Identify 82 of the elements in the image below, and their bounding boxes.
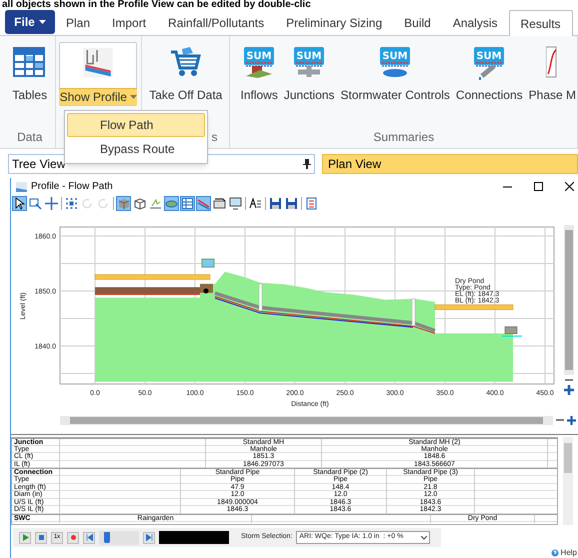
cube-icon: [117, 196, 130, 210]
play-icon: [22, 534, 28, 541]
record-icon: [70, 534, 76, 541]
skip-forward-icon: [146, 534, 152, 541]
caret-icon: [130, 95, 137, 100]
ribbon-button[interactable]: SUM Stormwater Controls: [340, 42, 451, 106]
vertical-scrollbar[interactable]: [564, 225, 574, 375]
zoom-icon: [29, 196, 42, 210]
rewind-button[interactable]: [83, 532, 95, 544]
help-icon: [550, 549, 559, 557]
chart-icon: [546, 46, 558, 80]
ribbon-button[interactable]: SUM Junctions: [282, 42, 336, 106]
ribbon-button[interactable]: Take Off Data: [148, 42, 224, 106]
monitor-icon: [229, 196, 242, 210]
ribbon-tab[interactable]: Results: [508, 10, 573, 36]
play-button[interactable]: [19, 532, 31, 544]
window-title: Profile - Flow Path: [31, 180, 113, 194]
menu-item[interactable]: Flow Path: [67, 113, 205, 137]
stop-button[interactable]: [35, 532, 47, 544]
scrollbar-thumb[interactable]: [70, 416, 543, 424]
vertical-scrollbar[interactable]: [563, 437, 573, 525]
slider-thumb[interactable]: [104, 532, 110, 543]
dots-icon: [65, 196, 78, 210]
maximize-icon: [534, 182, 543, 191]
zoom-out-icon: [564, 378, 574, 382]
caption-text: all objects shown in the Profile View can be edited by double-clic: [1, 0, 312, 10]
phase-button[interactable]: Phase M: [528, 42, 577, 106]
rotate-icon: [97, 196, 110, 210]
ribbon-tab[interactable]: Rainfall/Pollutants: [157, 11, 276, 35]
export-icon: [213, 196, 226, 210]
stop-icon: [38, 534, 44, 541]
table-icon: [12, 46, 47, 80]
scrollbar-thumb[interactable]: [565, 230, 573, 370]
layout-icon: [305, 196, 318, 210]
zoom-in-icon: [567, 416, 576, 424]
group-label: Data: [17, 129, 42, 146]
playback-slider[interactable]: [99, 530, 139, 544]
toolbar-button[interactable]: [268, 196, 283, 210]
wireframe-cube-icon: [133, 196, 146, 210]
grid-icon: [181, 196, 194, 210]
ribbon-tab[interactable]: Analysis: [442, 11, 509, 35]
toolbar-button[interactable]: [248, 196, 263, 210]
ribbon-button[interactable]: Show Profile: [59, 42, 138, 106]
panel-title: Plan View: [328, 156, 382, 173]
help-link[interactable]: Help: [560, 548, 577, 558]
zoom-out-icon: [556, 418, 564, 422]
toolbar-button[interactable]: [228, 196, 243, 210]
profile-icon: [81, 47, 116, 80]
close-icon: [565, 182, 574, 191]
slope-icon: [197, 196, 210, 210]
ribbon-tab[interactable]: Import: [101, 11, 158, 35]
ribbon-tab[interactable]: Plan: [55, 11, 102, 35]
skip-back-icon: [86, 534, 92, 541]
panel-title: Tree View: [12, 156, 66, 173]
group-label: s: [211, 129, 218, 146]
text-icon: [249, 196, 262, 210]
file-menu-button[interactable]: File: [5, 10, 55, 34]
chevron-icon: [421, 536, 428, 540]
forward-button[interactable]: [143, 532, 155, 544]
zoom-in-icon: [564, 385, 574, 395]
ribbon-tab[interactable]: Preliminary Sizing: [275, 11, 394, 35]
plan-view-tab[interactable]: Plan View: [322, 154, 578, 174]
rotate-icon: [81, 196, 94, 210]
window-icon: [16, 182, 27, 192]
record-button[interactable]: [67, 532, 79, 544]
pin-icon: [303, 159, 311, 169]
toolbar-button[interactable]: [284, 196, 299, 210]
toolbar-button[interactable]: [212, 196, 227, 210]
toolbar-button[interactable]: [12, 196, 27, 210]
ribbon-button[interactable]: SUM Connections: [454, 42, 524, 106]
crosshair-icon: [45, 196, 58, 210]
time-display: [159, 531, 229, 544]
ribbon-tab[interactable]: Build: [393, 11, 442, 35]
ribbon-button[interactable]: SUM Inflows: [239, 42, 279, 106]
scrollbar-thumb[interactable]: [564, 443, 572, 473]
horizontal-scrollbar[interactable]: [60, 416, 553, 424]
terrain-icon: [149, 196, 162, 210]
pointer-icon: [13, 196, 26, 210]
group-label: Summaries: [373, 129, 434, 146]
ribbon-button[interactable]: Tables: [11, 42, 48, 106]
caret-icon: [38, 20, 46, 24]
toolbar-button[interactable]: [132, 196, 147, 210]
